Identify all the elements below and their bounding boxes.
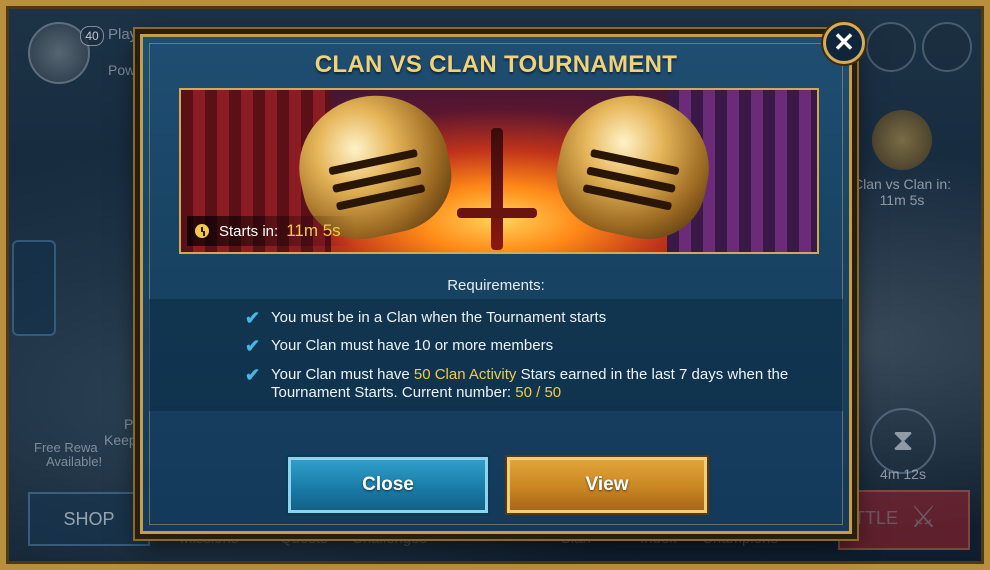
tournament-dialog: CLAN VS CLAN TOURNAMENT Starts in: 11m 5… xyxy=(140,34,852,534)
sword-guard xyxy=(457,208,537,218)
check-icon: ✔ xyxy=(245,336,261,356)
hourglass-icon: ⧗ xyxy=(870,408,936,474)
player-name: Play xyxy=(108,26,138,43)
clan-event-time: 11m 5s xyxy=(879,192,925,208)
requirement-item: ✔ You must be in a Clan when the Tournam… xyxy=(245,309,791,327)
free-rewards-label: Free Rewa xyxy=(34,440,98,455)
starts-in-timer: Starts in: 11m 5s xyxy=(187,216,355,246)
requirement-text: You must be in a Clan when the Tournamen… xyxy=(271,309,607,326)
clan-event-timer: Clan vs Clan in: 11m 5s xyxy=(842,110,962,208)
side-menu-button xyxy=(12,240,56,336)
requirement-item: ✔ Your Clan must have 10 or more members xyxy=(245,337,791,355)
close-button[interactable]: Close xyxy=(288,457,488,513)
requirement-text-a: Your Clan must have xyxy=(271,366,414,383)
starts-in-value: 11m 5s xyxy=(286,221,341,240)
check-icon: ✔ xyxy=(245,365,261,385)
clan-activity-highlight: 50 Clan Activity xyxy=(413,366,517,383)
clan-event-title: Clan vs Clan in: xyxy=(852,176,952,192)
battle-label: TTLE xyxy=(854,508,899,528)
requirements-header: Requirements: xyxy=(447,277,545,294)
battle-button: TTLE ⚔ xyxy=(838,490,970,550)
view-button[interactable]: View xyxy=(507,457,707,513)
dialog-title: CLAN VS CLAN TOURNAMENT xyxy=(314,51,678,78)
current-number-value: 50 / 50 xyxy=(515,384,562,401)
requirement-item: ✔ Your Clan must have 50 Clan Activity S… xyxy=(245,366,791,402)
clan-crest-icon xyxy=(872,110,932,170)
chest-icon xyxy=(866,22,916,72)
available-label: Available! xyxy=(46,454,103,469)
tournament-banner: Starts in: 11m 5s xyxy=(179,88,819,254)
check-icon: ✔ xyxy=(245,308,261,328)
sword-icon xyxy=(491,128,503,250)
requirement-text: Your Clan must have 10 or more members xyxy=(271,337,554,354)
chat-icon xyxy=(922,22,972,72)
requirement-text: Your Clan must have 50 Clan Activity Sta… xyxy=(271,366,791,402)
player-level-badge: 40 xyxy=(80,26,104,46)
close-icon[interactable]: ✕ xyxy=(823,22,865,64)
crossed-swords-icon: ⚔ xyxy=(910,501,937,534)
shop-button: SHOP xyxy=(28,492,150,546)
hourglass-time: 4m 12s xyxy=(880,466,926,482)
starts-in-label: Starts in: xyxy=(219,222,279,240)
requirements-list: ✔ You must be in a Clan when the Tournam… xyxy=(149,299,843,411)
clock-icon xyxy=(195,224,209,238)
